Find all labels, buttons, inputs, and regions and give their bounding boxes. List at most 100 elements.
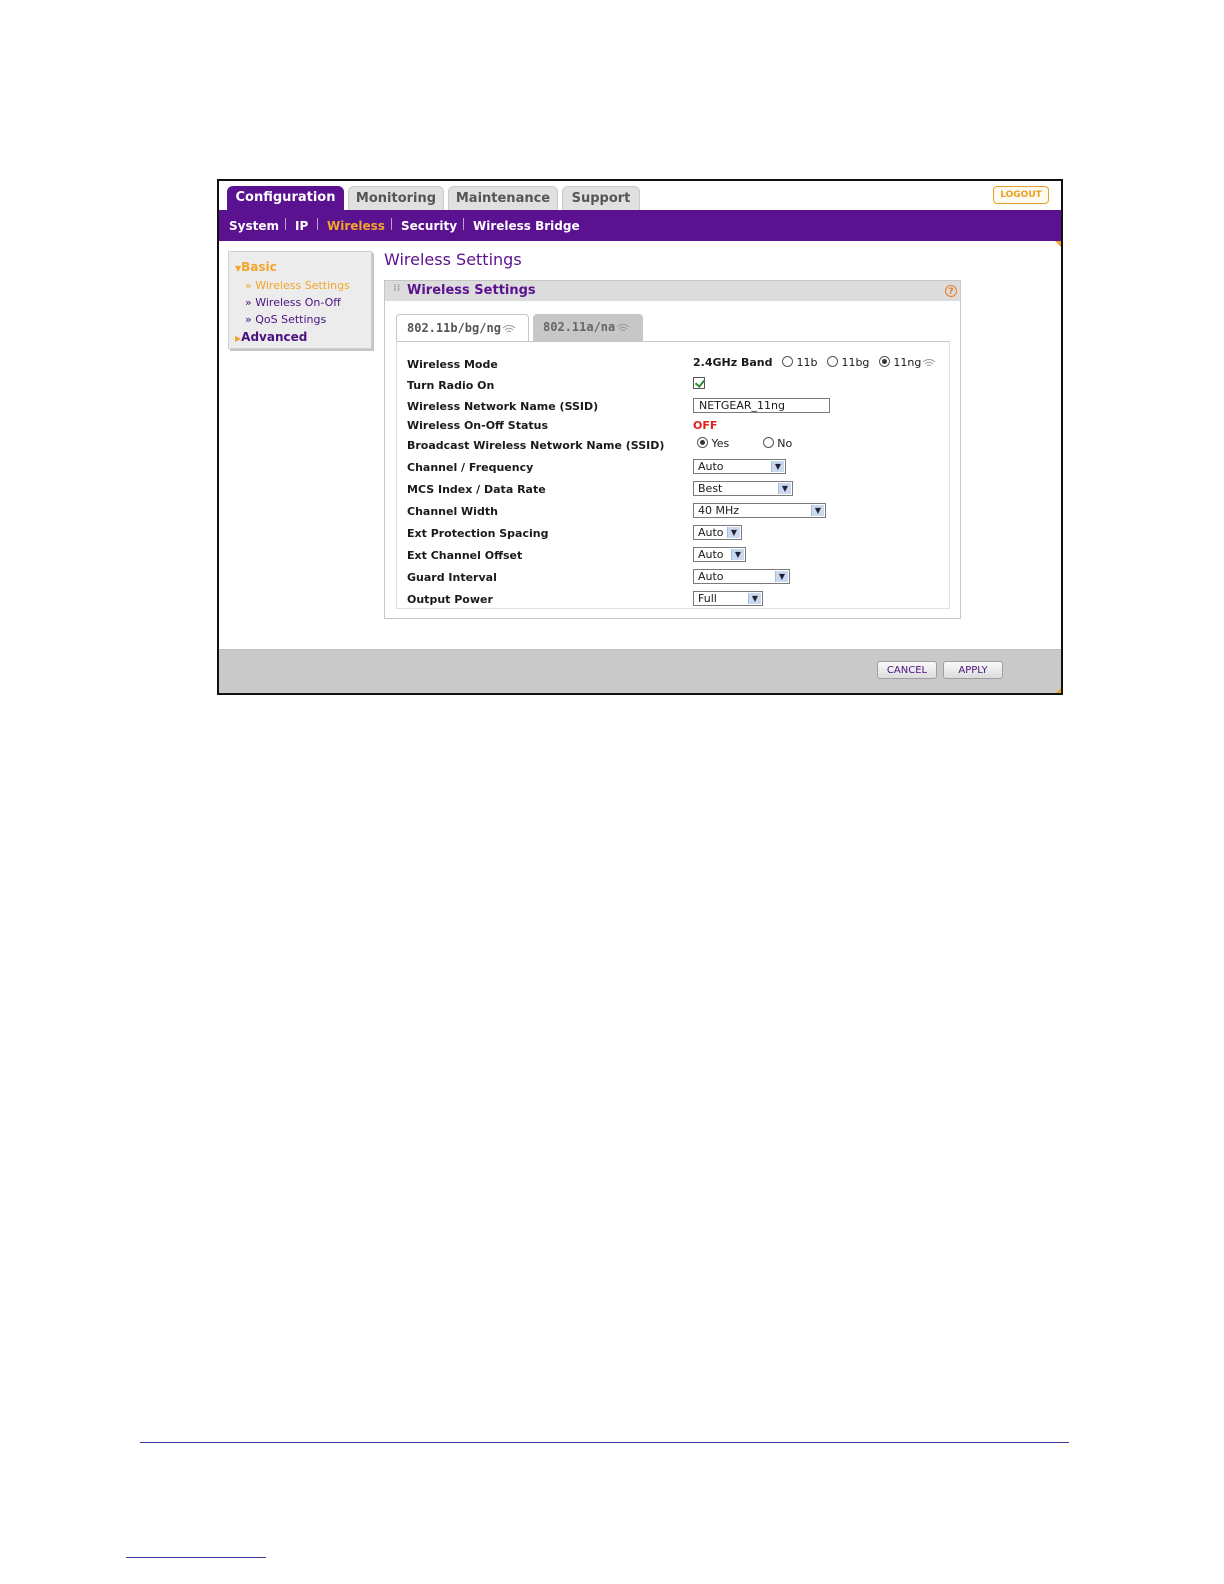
subnav-security[interactable]: Security	[401, 219, 457, 233]
main-tab-bar: Configuration Monitoring Maintenance Sup…	[219, 181, 1061, 211]
channel-width-control: 40 MHz ▼	[693, 503, 826, 518]
page-title: Wireless Settings	[384, 250, 522, 269]
panel-header: ⁞⁞ Wireless Settings ?	[385, 281, 960, 301]
chevron-down-icon: ▼	[778, 483, 791, 494]
ext-protection-spacing-select[interactable]: Auto ▼	[693, 525, 742, 540]
sidebar-section-basic[interactable]: ▼Basic	[235, 260, 277, 274]
channel-width-label: Channel Width	[407, 505, 498, 518]
radio-11ng-label: 11ng	[893, 356, 922, 369]
turn-radio-on-label: Turn Radio On	[407, 379, 495, 392]
radio-11b-label: 11b	[796, 356, 818, 369]
mcs-label: MCS Index / Data Rate	[407, 483, 546, 496]
select-value: Auto	[698, 526, 724, 539]
tab-configuration[interactable]: Configuration	[227, 186, 344, 210]
radio-11b[interactable]	[781, 356, 793, 367]
panel-title: Wireless Settings	[407, 283, 536, 298]
ext-channel-offset-select[interactable]: Auto ▼	[693, 547, 746, 562]
wireless-form: Wireless Mode 2.4GHz Band 11b 11bg 11ng …	[396, 341, 950, 609]
broadcast-no-radio[interactable]	[762, 437, 774, 448]
ext-channel-offset-control: Auto ▼	[693, 547, 746, 562]
wifi-icon	[923, 359, 936, 367]
tab-80211ana[interactable]: 802.11a/na	[533, 314, 643, 341]
tab-label: 802.11b/bg/ng	[407, 321, 501, 335]
subnav-separator	[391, 218, 392, 230]
chevron-down-icon: ▼	[731, 549, 744, 560]
broadcast-ssid-label: Broadcast Wireless Network Name (SSID)	[407, 439, 665, 452]
channel-width-select[interactable]: 40 MHz ▼	[693, 503, 826, 518]
footnote-rule	[126, 1557, 266, 1558]
sidebar-item-wireless-settings[interactable]: » Wireless Settings	[245, 279, 350, 292]
select-value: 40 MHz	[698, 504, 740, 517]
broadcast-yes-label: Yes	[711, 437, 730, 450]
subnav-ip[interactable]: IP	[295, 219, 308, 233]
chevron-down-icon: ▼	[775, 571, 788, 582]
subnav-separator	[463, 218, 464, 230]
cancel-button[interactable]: CANCEL	[877, 661, 937, 679]
select-value: Auto	[698, 570, 724, 583]
apply-button[interactable]: APPLY	[943, 661, 1003, 679]
radio-11ng[interactable]	[878, 356, 890, 367]
ext-protection-spacing-control: Auto ▼	[693, 525, 742, 540]
tab-80211bgng[interactable]: 802.11b/bg/ng	[396, 314, 529, 341]
broadcast-no-label: No	[777, 437, 793, 450]
output-power-control: Full ▼	[693, 591, 763, 606]
footer-bar: CANCEL APPLY	[219, 649, 1061, 693]
wifi-icon	[616, 323, 630, 331]
guard-interval-select[interactable]: Auto ▼	[693, 569, 790, 584]
router-admin-window: Configuration Monitoring Maintenance Sup…	[217, 179, 1063, 695]
turn-radio-on-control	[693, 377, 705, 392]
select-value: Full	[698, 592, 717, 605]
subnav-system[interactable]: System	[229, 219, 279, 233]
help-icon[interactable]: ?	[945, 285, 957, 297]
subnav-wireless[interactable]: Wireless	[327, 219, 385, 233]
on-off-status-label: Wireless On-Off Status	[407, 419, 549, 432]
sub-navigation: System IP Wireless Security Wireless Bri…	[219, 210, 1061, 247]
sidebar-item-wireless-on-off[interactable]: » Wireless On-Off	[245, 296, 341, 309]
channel-frequency-label: Channel / Frequency	[407, 461, 534, 474]
tab-maintenance[interactable]: Maintenance	[448, 186, 558, 210]
channel-frequency-select[interactable]: Auto ▼	[693, 459, 786, 474]
on-off-status-value: OFF	[693, 419, 718, 432]
wireless-mode-label: Wireless Mode	[407, 358, 498, 371]
ssid-input[interactable]: NETGEAR_11ng	[693, 398, 830, 413]
sidebar: ▼Basic » Wireless Settings » Wireless On…	[228, 251, 372, 349]
tab-label: 802.11a/na	[543, 320, 616, 334]
turn-radio-on-checkbox[interactable]	[693, 377, 705, 389]
tab-support[interactable]: Support	[562, 186, 640, 210]
chevron-down-icon: ▼	[727, 527, 740, 538]
mcs-select[interactable]: Best ▼	[693, 481, 793, 496]
select-value: Auto	[698, 548, 724, 561]
corner-decoration	[1055, 688, 1061, 693]
drag-handle-icon: ⁞⁞	[393, 283, 401, 294]
select-value: Best	[698, 482, 723, 495]
wireless-mode-control: 2.4GHz Band 11b 11bg 11ng	[693, 356, 936, 369]
sidebar-item-qos-settings[interactable]: » QoS Settings	[245, 313, 326, 326]
tab-monitoring[interactable]: Monitoring	[348, 186, 444, 210]
output-power-label: Output Power	[407, 593, 493, 606]
broadcast-yes-radio[interactable]	[697, 437, 708, 448]
chevron-down-icon: ▼	[748, 593, 761, 604]
radio-11bg-label: 11bg	[841, 356, 870, 369]
output-power-select[interactable]: Full ▼	[693, 591, 763, 606]
corner-decoration	[1055, 241, 1061, 247]
subnav-separator	[317, 218, 318, 230]
channel-frequency-control: Auto ▼	[693, 459, 786, 474]
logout-button[interactable]: LOGOUT	[993, 186, 1049, 204]
chevron-down-icon: ▼	[811, 505, 824, 516]
subnav-wireless-bridge[interactable]: Wireless Bridge	[473, 219, 580, 233]
ext-channel-offset-label: Ext Channel Offset	[407, 549, 523, 562]
settings-panel: ⁞⁞ Wireless Settings ? 802.11b/bg/ng 802…	[384, 280, 961, 619]
guard-interval-label: Guard Interval	[407, 571, 497, 584]
select-value: Auto	[698, 460, 724, 473]
ssid-control: NETGEAR_11ng	[693, 398, 830, 413]
page-divider	[140, 1442, 1069, 1443]
guard-interval-control: Auto ▼	[693, 569, 790, 584]
chevron-down-icon: ▼	[771, 461, 784, 472]
mcs-control: Best ▼	[693, 481, 793, 496]
radio-11bg[interactable]	[826, 356, 838, 367]
sidebar-section-advanced[interactable]: ▶Advanced	[235, 330, 307, 344]
ssid-label: Wireless Network Name (SSID)	[407, 400, 599, 413]
wifi-icon	[502, 324, 516, 332]
ext-protection-spacing-label: Ext Protection Spacing	[407, 527, 549, 540]
broadcast-ssid-control: Yes No	[697, 437, 792, 450]
